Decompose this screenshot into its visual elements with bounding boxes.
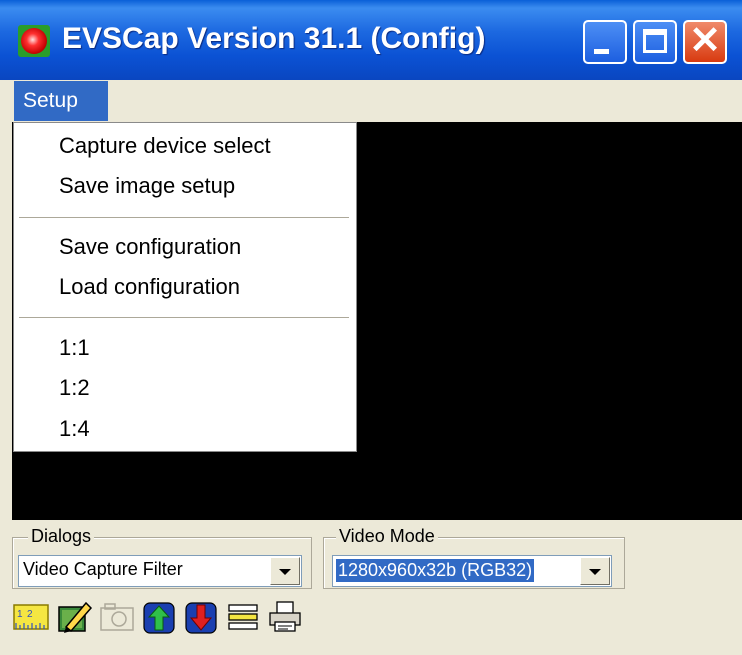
video-mode-select[interactable]: 1280x960x32b (RGB32) [332,555,612,587]
list-icon[interactable] [224,597,262,637]
menu-item-zoom-1-1[interactable]: 1:1 [59,335,90,361]
dialogs-dropdown-button[interactable] [270,557,300,585]
menu-item-save-image-setup[interactable]: Save image setup [59,173,235,199]
menu-item-zoom-1-4[interactable]: 1:4 [59,416,90,442]
window-title: EVSCap Version 31.1 (Config) [62,22,486,55]
close-button[interactable]: ✕ [683,20,727,64]
video-mode-label: Video Mode [336,526,438,547]
menu-separator [19,217,349,219]
download-icon[interactable] [182,597,220,637]
menu-setup[interactable]: Setup [14,81,108,121]
menu-item-capture-device-select[interactable]: Capture device select [59,133,271,159]
upload-icon[interactable] [140,597,178,637]
edit-image-icon[interactable] [56,597,94,637]
dialogs-select-value: Video Capture Filter [23,559,183,579]
setup-menu-dropdown: Capture device select Save image setup S… [13,122,357,452]
maximize-icon [643,29,667,53]
minimize-icon [594,49,609,54]
menu-item-zoom-1-2[interactable]: 1:2 [59,375,90,401]
close-icon: ✕ [689,20,721,62]
minimize-button[interactable] [583,20,627,64]
ruler-icon[interactable]: 1 2 [12,597,50,637]
menu-item-load-configuration[interactable]: Load configuration [59,274,240,300]
title-bar[interactable]: EVSCap Version 31.1 (Config) ✕ [0,0,742,80]
video-mode-select-value: 1280x960x32b (RGB32) [334,558,536,583]
chevron-down-icon [279,569,291,575]
dialogs-select[interactable]: Video Capture Filter [18,555,302,587]
svg-text:1: 1 [17,609,23,620]
video-mode-dropdown-button[interactable] [580,557,610,585]
svg-text:2: 2 [27,609,33,620]
dialogs-label: Dialogs [28,526,95,547]
maximize-button[interactable] [633,20,677,64]
toolbar: 1 2 [10,589,742,647]
menu-item-save-configuration[interactable]: Save configuration [59,234,241,260]
app-window: EVSCap Version 31.1 (Config) ✕ Setup Cap… [0,0,742,655]
menu-separator [19,317,349,319]
camera-icon [98,597,136,637]
menu-bar [0,80,742,122]
app-logo-icon[interactable] [18,25,50,57]
chevron-down-icon [589,569,601,575]
print-icon[interactable] [266,597,304,637]
